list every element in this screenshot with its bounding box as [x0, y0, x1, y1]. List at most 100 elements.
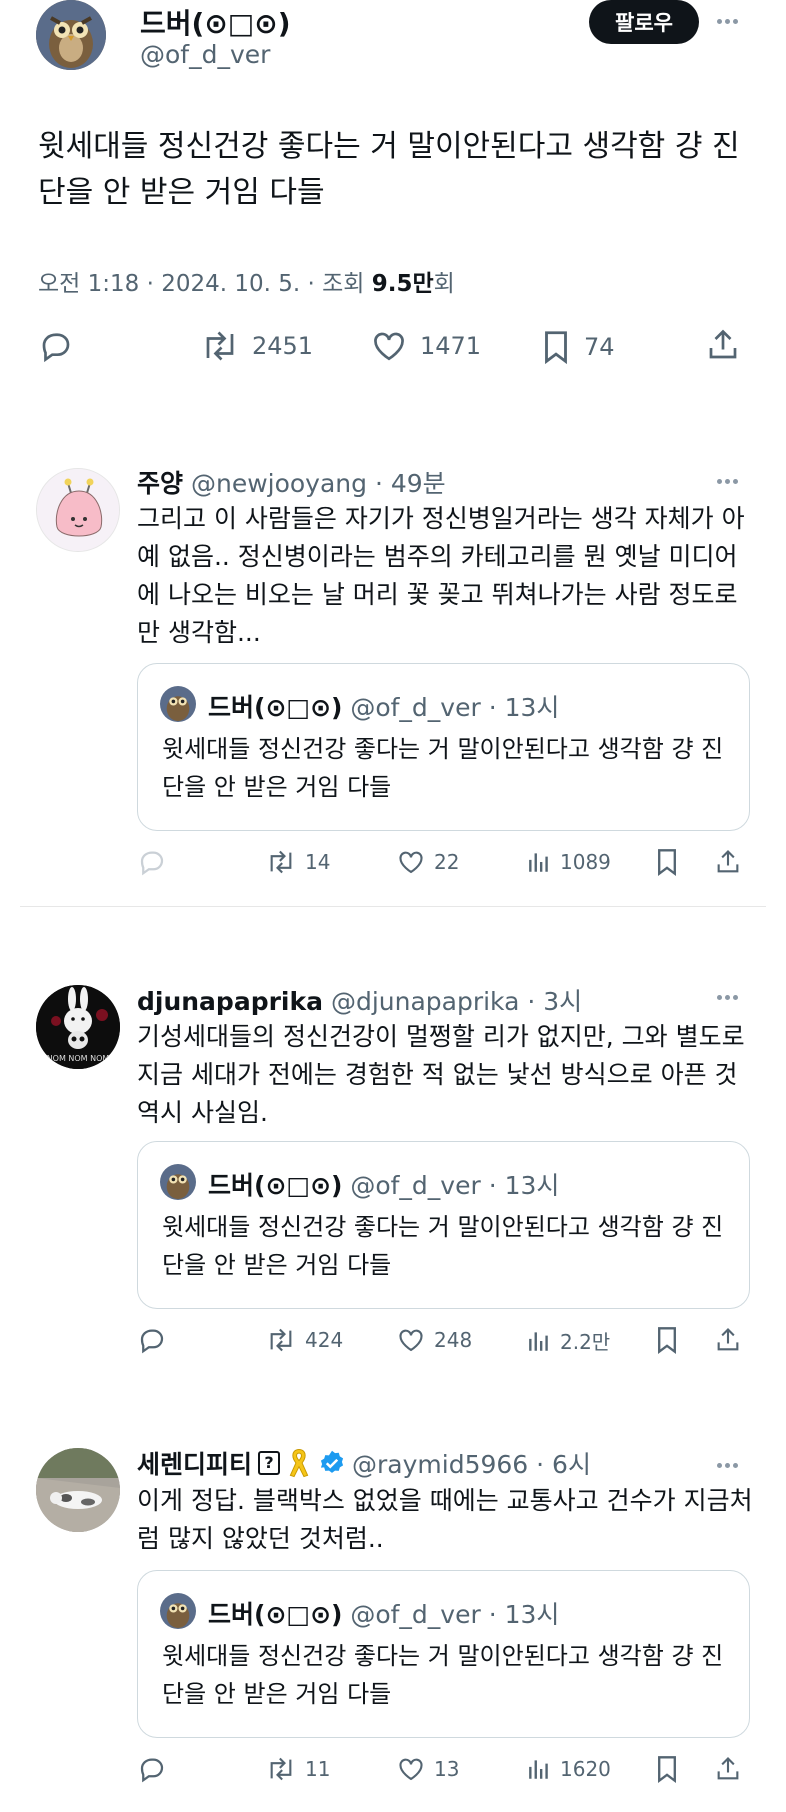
- view-suffix: 회: [433, 271, 455, 297]
- quote-text: 윗세대들 정신건강 좋다는 거 말이안된다고 생각함 걍 진단을 안 받은 거임…: [162, 735, 724, 801]
- reply-1-name[interactable]: 주양: [137, 469, 183, 498]
- share-icon: [717, 1757, 739, 1780]
- quote-author-handle: @of_d_ver · 13시: [350, 1171, 560, 1200]
- reply-1-quoted-tweet[interactable]: 드버(⊙□⊙) @of_d_ver · 13시 윗세대들 정신건강 좋다는 거 …: [137, 663, 750, 831]
- main-author-name[interactable]: 드버(⊙□⊙): [140, 2, 291, 42]
- reply-3-header: 세렌디피티 ? @raymid5966 · 6시: [137, 1445, 591, 1481]
- bookmark-icon: [658, 1756, 676, 1784]
- share-icon: [709, 329, 737, 359]
- reply-1-header: 주양 @newjooyang · 49분: [137, 464, 446, 500]
- quote-header: 드버(⊙□⊙) @of_d_ver · 13시: [208, 688, 559, 724]
- reply-1-like-button[interactable]: 22: [396, 848, 459, 876]
- reply-2-retweet-button[interactable]: 424: [265, 1326, 343, 1354]
- view-count: 9.5만: [371, 271, 434, 297]
- like-icon: [399, 851, 423, 874]
- verified-badge-icon: [320, 1450, 344, 1473]
- reply-3-like-count: 13: [434, 1757, 460, 1781]
- reply-3-share-button[interactable]: [714, 1753, 742, 1785]
- reply-1-handle[interactable]: @newjooyang · 49분: [191, 469, 446, 498]
- reply-3-reply-button[interactable]: [137, 1754, 167, 1784]
- reply-1-text: 그리고 이 사람들은 자기가 정신병일거라는 생각 자체가 아예 없음.. 정신…: [137, 504, 745, 647]
- reply-3-retweet-button[interactable]: 11: [265, 1755, 330, 1783]
- views-icon: [529, 1331, 548, 1351]
- reply-2-like-count: 248: [434, 1328, 473, 1352]
- cat-photo-avatar-image: [36, 1448, 120, 1532]
- reply-icon: [140, 1329, 164, 1354]
- reply-2-quoted-tweet[interactable]: 드버(⊙□⊙) @of_d_ver · 13시 윗세대들 정신건강 좋다는 거 …: [137, 1141, 750, 1309]
- retweet-icon: [270, 1328, 292, 1352]
- reply-1-avatar[interactable]: [36, 468, 120, 552]
- reply-icon: [140, 851, 164, 876]
- more-icon[interactable]: [717, 19, 738, 24]
- quote-header: 드버(⊙□⊙) @of_d_ver · 13시: [208, 1595, 559, 1631]
- quote-author-handle: @of_d_ver · 13시: [350, 1600, 560, 1629]
- reply-3-handle[interactable]: @raymid5966 · 6시: [352, 1445, 591, 1481]
- bookmark-icon: [658, 849, 676, 877]
- quote-author-name: 드버(⊙□⊙): [208, 1600, 343, 1629]
- reply-3-views-count: 1620: [560, 1757, 611, 1781]
- reply-3-bookmark-button[interactable]: [654, 1753, 680, 1785]
- reply-1-views-button[interactable]: 1089: [526, 848, 611, 876]
- owl-avatar-image: [36, 0, 106, 70]
- retweet-icon: [270, 850, 292, 874]
- reply-3-name[interactable]: 세렌디피티: [137, 1445, 252, 1481]
- main-like-button[interactable]: 1471: [370, 328, 481, 364]
- reply-2-header: djunapaprika @djunapaprika · 3시: [137, 982, 582, 1018]
- tweet-meta: 오전 1:18 · 2024. 10. 5. · 조회 9.5만회: [38, 264, 455, 298]
- reply-1-reply-button[interactable]: [137, 847, 167, 877]
- views-icon: [529, 1760, 548, 1779]
- quote-header: 드버(⊙□⊙) @of_d_ver · 13시: [208, 1166, 559, 1202]
- retweet-icon: [206, 331, 234, 361]
- reply-2-handle[interactable]: @djunapaprika · 3시: [331, 987, 582, 1016]
- reply-2-more-icon[interactable]: [717, 995, 738, 1000]
- quote-author-handle: @of_d_ver · 13시: [350, 693, 560, 722]
- reply-2-bookmark-button[interactable]: [654, 1324, 680, 1356]
- reply-2-avatar[interactable]: NOM NOM NOM: [36, 985, 120, 1069]
- like-icon: [374, 332, 404, 361]
- bookmark-icon: [545, 331, 567, 365]
- quote-avatar: [160, 1164, 196, 1200]
- reply-1-views-count: 1089: [560, 850, 611, 874]
- main-bookmark-count: 74: [584, 333, 615, 361]
- reply-3-avatar[interactable]: [36, 1448, 120, 1532]
- reply-1-like-count: 22: [434, 850, 460, 874]
- reply-icon: [140, 1758, 164, 1783]
- like-icon: [399, 1758, 423, 1781]
- main-author-handle[interactable]: @of_d_ver: [140, 40, 270, 69]
- main-bookmark-button[interactable]: 74: [540, 328, 615, 366]
- reply-2-retweet-count: 424: [305, 1328, 344, 1352]
- share-icon: [717, 850, 739, 873]
- reply-1-retweet-button[interactable]: 14: [265, 848, 330, 876]
- main-author-avatar[interactable]: [36, 0, 106, 70]
- bookmark-icon: [658, 1327, 676, 1355]
- reply-2-views-button[interactable]: 2.2만: [526, 1326, 610, 1355]
- views-icon: [529, 853, 548, 872]
- main-retweet-button[interactable]: 2451: [200, 328, 313, 364]
- retweet-icon: [270, 1757, 292, 1781]
- reply-2-like-button[interactable]: 248: [396, 1326, 472, 1354]
- reply-3-more-icon[interactable]: [717, 1463, 738, 1468]
- reply-1-share-button[interactable]: [714, 846, 742, 878]
- reply-1-retweet-count: 14: [305, 850, 331, 874]
- reply-1-more-icon[interactable]: [717, 479, 738, 484]
- avatar-label: NOM NOM NOM: [47, 1054, 110, 1063]
- reply-3-views-button[interactable]: 1620: [526, 1755, 611, 1783]
- main-share-button[interactable]: [705, 326, 741, 364]
- reply-2-name[interactable]: djunapaprika: [137, 987, 323, 1016]
- follow-button[interactable]: 팔로우: [589, 0, 699, 44]
- quote-text: 윗세대들 정신건강 좋다는 거 말이안된다고 생각함 걍 진단을 안 받은 거임…: [162, 1213, 724, 1279]
- reply-1-bookmark-button[interactable]: [654, 846, 680, 878]
- quote-author-name: 드버(⊙□⊙): [208, 693, 343, 722]
- main-reply-button[interactable]: [38, 328, 74, 364]
- reply-3-quoted-tweet[interactable]: 드버(⊙□⊙) @of_d_ver · 13시 윗세대들 정신건강 좋다는 거 …: [137, 1570, 750, 1738]
- main-like-count: 1471: [420, 332, 482, 360]
- reply-3-like-button[interactable]: 13: [396, 1755, 459, 1783]
- share-icon: [717, 1328, 739, 1351]
- reply-3-retweet-count: 11: [305, 1757, 331, 1781]
- rabbit-skull-avatar-image: NOM NOM NOM: [36, 985, 120, 1069]
- reply-icon: [42, 333, 70, 363]
- like-icon: [399, 1329, 423, 1352]
- reply-2-reply-button[interactable]: [137, 1325, 167, 1355]
- reply-2-share-button[interactable]: [714, 1324, 742, 1356]
- reply-3-text: 이게 정답. 블랙박스 없었을 때에는 교통사고 건수가 지금처럼 많지 않았던…: [137, 1486, 753, 1553]
